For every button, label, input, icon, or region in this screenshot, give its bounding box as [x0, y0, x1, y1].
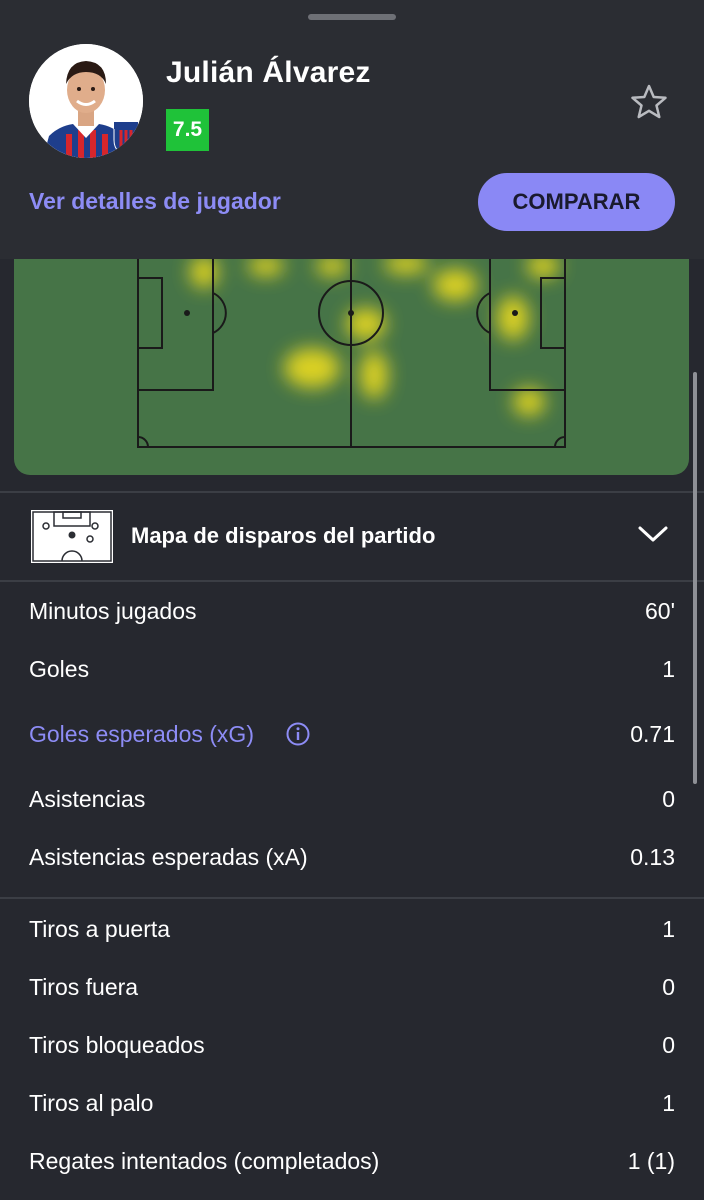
stat-value: 60': [645, 598, 675, 624]
stat-value: 0.71: [630, 721, 675, 747]
divider: [0, 897, 704, 899]
stat-label: Tiros al palo: [29, 1090, 154, 1116]
compare-button[interactable]: COMPARAR: [478, 173, 675, 231]
stat-label: Minutos jugados: [29, 598, 197, 624]
stat-row-minutes: Minutos jugados 60': [0, 591, 704, 631]
stat-row-goals: Goles 1: [0, 649, 704, 689]
stat-row-shots-on-target: Tiros a puerta 1: [0, 909, 704, 949]
info-icon[interactable]: [286, 722, 310, 746]
stat-label: Tiros a puerta: [29, 916, 171, 942]
stat-value: 0.13: [630, 844, 675, 870]
shot-map-title: Mapa de disparos del partido: [131, 523, 436, 548]
stat-row-shots-off-target: Tiros fuera 0: [0, 967, 704, 1007]
stat-label: Asistencias esperadas (xA): [29, 844, 308, 870]
stat-value: 1 (1): [627, 1148, 675, 1174]
stat-row-shots-blocked: Tiros bloqueados 0: [0, 1025, 704, 1065]
stat-label-xg-link[interactable]: Goles esperados (xG): [29, 714, 254, 754]
stat-label: Tiros fuera: [29, 974, 139, 1000]
stat-row-dribbles: Regates intentados (completados) 1 (1): [0, 1141, 704, 1181]
stat-value: 0: [662, 786, 675, 812]
stat-row-assists: Asistencias 0: [0, 779, 704, 819]
stat-value: 1: [662, 1090, 675, 1116]
stat-row-xa: Asistencias esperadas (xA) 0.13: [0, 837, 704, 877]
scrollbar[interactable]: [693, 372, 697, 784]
rating-badge: 7.5: [166, 109, 209, 151]
chevron-down-icon[interactable]: [636, 523, 670, 545]
shot-map-thumbnail-icon: [29, 508, 115, 565]
club-crest-icon: [113, 121, 139, 156]
stat-row-xg[interactable]: Goles esperados (xG) 0.71: [0, 714, 704, 754]
stat-label: Tiros bloqueados: [29, 1032, 205, 1058]
stat-label: Regates intentados (completados): [29, 1148, 380, 1174]
stat-label: Goles: [29, 656, 90, 682]
stat-value: 0: [662, 1032, 675, 1058]
stat-value: 1: [662, 916, 675, 942]
stat-label: Asistencias: [29, 786, 146, 812]
player-details-link[interactable]: Ver detalles de jugador: [29, 188, 281, 215]
drag-handle[interactable]: [308, 14, 396, 20]
player-name: Julián Álvarez: [166, 56, 371, 89]
stat-value: 1: [662, 656, 675, 682]
shot-map-row[interactable]: Mapa de disparos del partido: [0, 493, 704, 580]
player-header: Julián Álvarez 7.5 Ver detalles de jugad…: [0, 0, 704, 259]
divider: [0, 580, 704, 582]
favorite-star-icon[interactable]: [629, 83, 669, 121]
player-avatar: [29, 44, 143, 158]
stat-value: 0: [662, 974, 675, 1000]
stat-row-woodwork: Tiros al palo 1: [0, 1083, 704, 1123]
